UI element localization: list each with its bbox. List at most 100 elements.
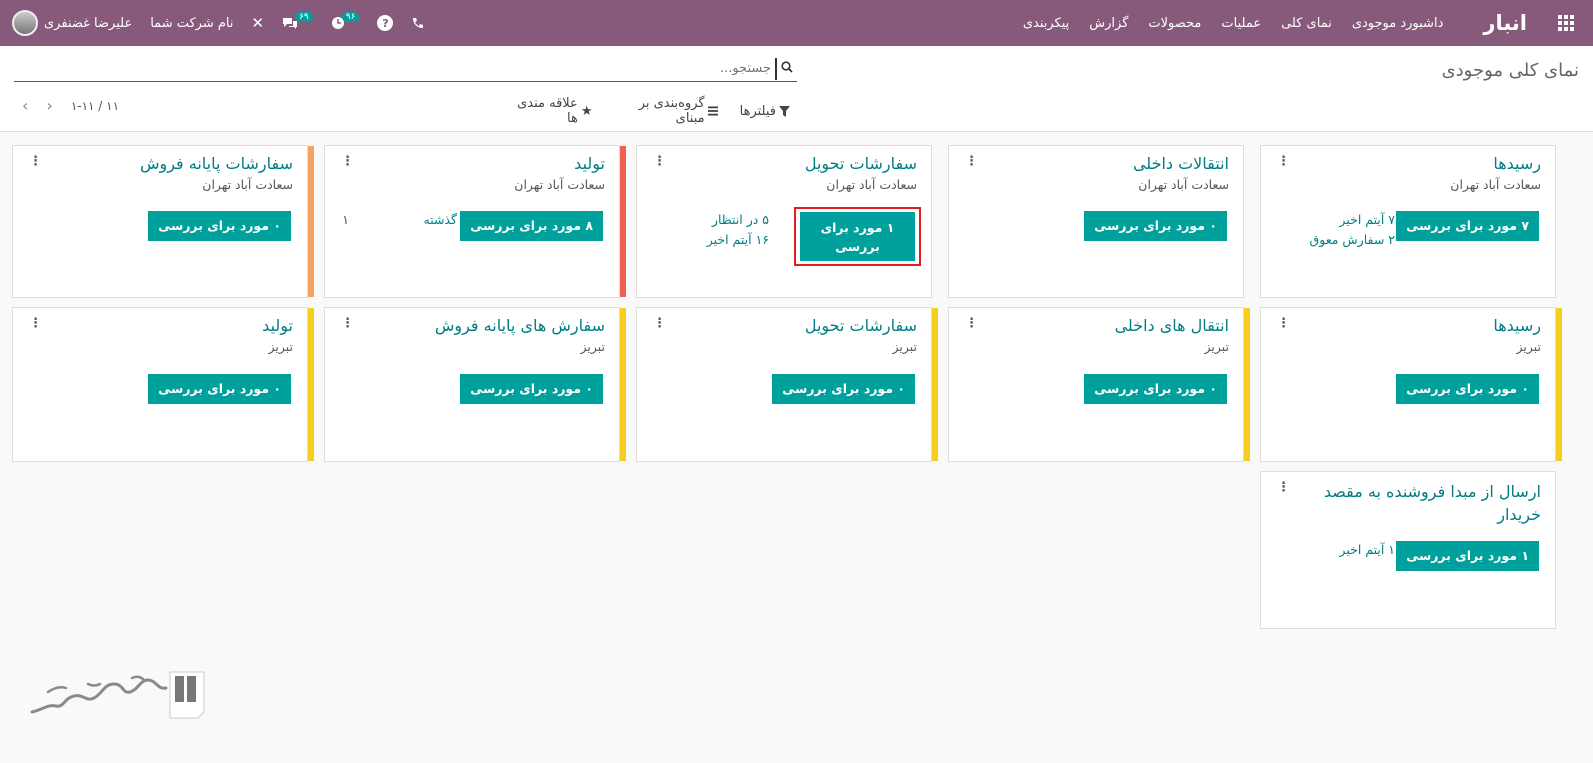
filters-label: فیلترها [739,103,776,119]
avatar [12,10,38,36]
search-input[interactable] [14,57,777,80]
to-process-button[interactable]: ۷ مورد برای بررسی [1396,211,1539,241]
kanban-card: سفارشات تحویل تبریز ⋮ ۰ مورد برای بررسی [636,307,938,462]
app-brand[interactable]: انبار [1483,11,1527,35]
stat-label[interactable]: گذشته [424,212,457,227]
kanban-card: رسیدها تبریز ⋮ ۰ مورد برای بررسی [1260,307,1562,462]
search-options: فیلترها گروه‌بندی بر مبنای ★ علاقه مندی … [510,96,790,126]
menu-configuration[interactable]: پیکربندی [1023,16,1069,31]
kebab-menu-icon[interactable]: ⋮ [29,317,42,330]
kanban-card: سفارش های پایانه فروش تبریز ⋮ ۰ مورد برا… [324,307,626,462]
filters-button[interactable]: فیلترها [740,96,790,126]
kanban-card: ارسال از مبدا فروشنده به مقصد خریدار ⋮ ۱… [1260,471,1556,629]
company-switcher[interactable]: نام شرکت شما [150,16,233,31]
company-name: نام شرکت شما [150,15,234,31]
card-title[interactable]: سفارش های پایانه فروش [435,316,605,335]
card-title[interactable]: رسیدها [1493,154,1541,173]
debug-tools-icon[interactable]: ✕ [252,14,265,32]
card-title[interactable]: رسیدها [1493,316,1541,335]
menu-reporting[interactable]: گزارش [1089,16,1128,31]
kebab-menu-icon[interactable]: ⋮ [341,317,354,330]
watermark-logo [28,664,210,722]
menu-inventory-dashboard[interactable]: داشبورد موجودی [1352,16,1444,31]
color-stripe [620,308,626,461]
to-process-button[interactable]: ۰ مورد برای بررسی [1396,374,1539,404]
activities-count-badge: ۹۶ [341,12,360,22]
kanban-card: انتقال های داخلی تبریز ⋮ ۰ مورد برای برر… [948,307,1250,462]
pager-previous-icon[interactable]: ‹ [22,96,28,115]
card-warehouse: تبریز [268,339,293,354]
pager: ‹ › ۱-۱۱ / ۱۱ [22,96,119,115]
kebab-menu-icon[interactable]: ⋮ [965,317,978,330]
kebab-menu-icon[interactable]: ⋮ [29,155,42,168]
to-process-button[interactable]: ۱ مورد برای بررسی [1396,541,1539,571]
to-process-button[interactable]: ۰ مورد برای بررسی [1084,374,1227,404]
button-line-2: بررسی [835,239,880,254]
apps-grid-icon [1558,15,1574,31]
list-icon [707,106,718,116]
card-title[interactable]: سفارشات پایانه فروش [140,154,293,173]
card-title[interactable]: ارسال از مبدا فروشنده به مقصد خریدار [1321,480,1541,526]
stat-backorders[interactable]: ۲ سفارش معوق [1310,232,1395,247]
stat-waiting[interactable]: ۵ در انتظار [712,212,769,227]
kebab-menu-icon[interactable]: ⋮ [341,155,354,168]
to-process-button[interactable]: ۱ مورد برای بررسی [800,212,915,261]
card-warehouse: سعادت آباد تهران [826,177,917,192]
kebab-menu-icon[interactable]: ⋮ [653,317,666,330]
card-title[interactable]: انتقال های داخلی [1115,316,1229,335]
card-title[interactable]: تولید [574,154,605,173]
card-warehouse: سعادت آباد تهران [1450,177,1541,192]
card-title[interactable]: انتقالات داخلی [1133,154,1229,173]
card-title[interactable]: سفارشات تحویل [805,316,917,335]
card-warehouse: سعادت آباد تهران [514,177,605,192]
menu-operations[interactable]: عملیات [1221,16,1261,31]
card-title[interactable]: سفارشات تحویل [805,154,917,173]
pager-next-icon[interactable]: › [46,96,52,115]
pager-value[interactable]: ۱-۱۱ / ۱۱ [71,99,119,113]
to-process-button[interactable]: ۰ مورد برای بررسی [1084,211,1227,241]
groupby-button[interactable]: گروه‌بندی بر مبنای [614,96,718,126]
menu-products[interactable]: محصولات [1148,16,1201,31]
help-icon[interactable]: ? [377,15,394,31]
user-menu[interactable]: علیرضا غضنفری [12,10,132,36]
to-process-button[interactable]: ۰ مورد برای بررسی [460,374,603,404]
card-warehouse: سعادت آباد تهران [202,177,293,192]
kanban-card: رسیدها سعادت آباد تهران ⋮ ۷ مورد برای بر… [1260,145,1556,298]
card-warehouse: تبریز [1516,339,1541,354]
menu-overview[interactable]: نمای کلی [1281,16,1332,31]
to-process-button[interactable]: ۸ مورد برای بررسی [460,211,603,241]
card-warehouse: سعادت آباد تهران [1138,177,1229,192]
phone-icon[interactable] [411,17,424,30]
color-stripe [308,308,314,461]
messages-button[interactable]: ۶۹ [282,12,313,30]
nav-systray: علیرضا غضنفری نام شرکت شما ✕ ۶۹ ۹۶ ? [12,0,442,46]
color-stripe [620,146,626,297]
stat-value: ۱ [342,212,349,227]
favorites-label: علاقه مندی ها [517,96,578,126]
color-stripe [1244,308,1250,461]
card-title[interactable]: تولید [262,316,293,335]
kebab-menu-icon[interactable]: ⋮ [1277,481,1290,494]
card-warehouse: تبریز [580,339,605,354]
kanban-card: تولید تبریز ⋮ ۰ مورد برای بررسی [12,307,314,462]
kebab-menu-icon[interactable]: ⋮ [653,155,666,168]
search-bar [14,56,797,82]
activities-button[interactable]: ۹۶ [331,12,360,30]
user-name: علیرضا غضنفری [44,15,133,31]
filter-icon [779,105,790,117]
stat-recent[interactable]: ۱ آیتم اخیر [1339,542,1395,557]
apps-menu-button[interactable] [1543,0,1589,46]
to-process-button[interactable]: ۰ مورد برای بررسی [148,211,291,241]
kebab-menu-icon[interactable]: ⋮ [1277,317,1290,330]
to-process-button[interactable]: ۰ مورد برای بررسی [148,374,291,404]
favorites-button[interactable]: ★ علاقه مندی ها [510,96,592,126]
stat-late[interactable]: ۷ آیتم اخیر [1339,212,1395,227]
groupby-label: گروه‌بندی بر مبنای [638,96,705,126]
kebab-menu-icon[interactable]: ⋮ [1277,155,1290,168]
kanban-card: سفارشات پایانه فروش سعادت آباد تهران ⋮ ۰… [12,145,314,298]
kebab-menu-icon[interactable]: ⋮ [965,155,978,168]
page-title: نمای کلی موجودی [1441,60,1579,81]
stat-late[interactable]: ۱۶ آیتم اخیر [707,232,769,247]
to-process-button[interactable]: ۰ مورد برای بررسی [772,374,915,404]
search-icon[interactable] [777,60,797,77]
